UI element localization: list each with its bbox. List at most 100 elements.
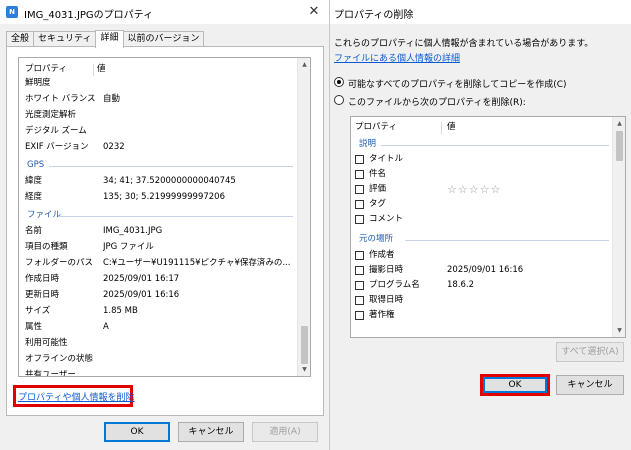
list-header: プロパティ 値 (19, 62, 295, 77)
property-name: 作成者 (369, 250, 395, 260)
property-value: 自動 (103, 94, 121, 104)
list-item[interactable]: 撮影日時 2025/09/01 16:16 (351, 263, 611, 278)
remove-properties-link[interactable]: プロパティや個人情報を削除 (18, 390, 134, 403)
cancel-button[interactable]: キャンセル (556, 375, 624, 395)
cancel-button[interactable]: キャンセル (178, 422, 244, 442)
property-name: 更新日時 (25, 290, 60, 300)
group-header-gps: GPS (27, 160, 45, 170)
remove-list-scrollbar[interactable]: ▲ ▼ (612, 117, 625, 337)
ok-button[interactable]: OK (483, 377, 547, 393)
list-item[interactable]: 件名 (351, 167, 611, 182)
checkbox[interactable] (355, 170, 364, 179)
checkbox[interactable] (355, 185, 364, 194)
column-header-property[interactable]: プロパティ (25, 62, 67, 77)
list-item[interactable]: 項目の種類 JPG ファイル (19, 240, 295, 255)
list-item[interactable]: 共有ユーザー (19, 368, 295, 377)
property-name: 件名 (369, 169, 387, 179)
star-rating-icon: ☆☆☆☆☆ (447, 183, 502, 196)
property-value: 18.6.2 (447, 280, 475, 290)
property-name: タイトル (369, 154, 404, 164)
select-all-button[interactable]: すべて選択(A) (556, 342, 624, 362)
property-name: 経度 (25, 192, 43, 202)
option-remove-radio[interactable] (334, 95, 344, 105)
tab-security[interactable]: セキュリティ (33, 31, 97, 47)
property-name: 利用可能性 (25, 338, 68, 348)
scroll-down-icon[interactable]: ▼ (613, 324, 625, 337)
close-icon[interactable]: ✕ (304, 2, 324, 22)
property-name: 緯度 (25, 176, 43, 186)
checkbox[interactable] (355, 215, 364, 224)
tab-details[interactable]: 詳細 (95, 30, 124, 48)
checkbox[interactable] (355, 311, 364, 320)
list-item[interactable]: サイズ 1.85 MB (19, 304, 295, 319)
group-header-file: ファイル (27, 210, 62, 220)
list-item[interactable]: 経度 135; 30; 5.21999999997206 (19, 190, 295, 205)
list-item[interactable]: ホワイト バランス 自動 (19, 92, 295, 107)
property-value: A (103, 322, 109, 332)
column-header-property[interactable]: プロパティ (355, 120, 397, 135)
group-divider (405, 240, 609, 241)
property-value: 1.85 MB (103, 306, 138, 316)
property-value: JPG ファイル (103, 242, 154, 252)
details-property-list[interactable]: プロパティ 値 鮮明度 ホワイト バランス 自動 光度測定解析 デジタル ズーム … (18, 57, 311, 377)
checkbox[interactable] (355, 281, 364, 290)
list-item[interactable]: 名前 IMG_4031.JPG (19, 224, 295, 239)
scroll-up-icon[interactable]: ▲ (298, 58, 310, 71)
ok-button[interactable]: OK (104, 422, 170, 442)
list-item[interactable]: 評価 ☆☆☆☆☆ (351, 182, 611, 197)
property-value: 34; 41; 37.5200000000040745 (103, 176, 236, 186)
option-copy-radio[interactable] (334, 77, 344, 87)
scroll-thumb[interactable] (301, 326, 308, 364)
apply-button[interactable]: 適用(A) (252, 422, 318, 442)
property-value: 0232 (103, 142, 125, 152)
property-name: 評価 (369, 184, 387, 194)
list-item[interactable]: 著作権 (351, 308, 611, 323)
list-item[interactable]: 取得日時 (351, 293, 611, 308)
checkbox[interactable] (355, 200, 364, 209)
properties-titlebar[interactable]: N IMG_4031.JPGのプロパティ ✕ (0, 0, 329, 24)
property-value: 2025/09/01 16:16 (447, 265, 524, 275)
list-item[interactable]: 更新日時 2025/09/01 16:16 (19, 288, 295, 303)
property-name: 名前 (25, 226, 43, 236)
list-item[interactable]: EXIF バージョン 0232 (19, 140, 295, 155)
details-scrollbar[interactable]: ▲ ▼ (297, 58, 310, 376)
scroll-thumb[interactable] (616, 131, 623, 161)
list-item[interactable]: 鮮明度 (19, 76, 295, 91)
scroll-up-icon[interactable]: ▲ (613, 117, 625, 130)
group-header-description: 説明 (359, 139, 377, 149)
list-item[interactable]: タグ (351, 197, 611, 212)
property-name: コメント (369, 214, 404, 224)
property-name: 共有ユーザー (25, 370, 76, 377)
option-remove-label[interactable]: このファイルから次のプロパティを削除(R): (348, 95, 526, 108)
list-item[interactable]: 利用可能性 (19, 336, 295, 351)
list-item[interactable]: コメント (351, 212, 611, 227)
checkbox[interactable] (355, 266, 364, 275)
option-copy-label[interactable]: 可能なすべてのプロパティを削除してコピーを作成(C) (348, 77, 567, 90)
list-item[interactable]: フォルダーのパス C:¥ユーザー¥U191115¥ピクチャ¥保存済みの... (19, 256, 295, 271)
list-item[interactable]: デジタル ズーム (19, 124, 295, 139)
remove-properties-titlebar[interactable]: プロパティの削除 (330, 0, 631, 24)
intro-text: これらのプロパティに個人情報が含まれている場合があります。 (334, 39, 594, 49)
property-name: 作成日時 (25, 274, 60, 284)
column-divider (93, 64, 94, 76)
list-item[interactable]: 属性 A (19, 320, 295, 335)
column-header-value[interactable]: 値 (97, 62, 285, 77)
checkbox[interactable] (355, 155, 364, 164)
list-item[interactable]: 作成者 (351, 248, 611, 263)
list-item[interactable]: 光度測定解析 (19, 108, 295, 123)
list-item[interactable]: 作成日時 2025/09/01 16:17 (19, 272, 295, 287)
scroll-down-icon[interactable]: ▼ (298, 363, 310, 376)
tab-previous-versions[interactable]: 以前のバージョン (122, 31, 205, 47)
column-header-value[interactable]: 値 (447, 120, 456, 135)
group-divider (49, 166, 293, 167)
remove-property-list[interactable]: プロパティ 値 説明 タイトル 件名 評価 ☆☆☆☆☆ タグ コメント 元の場所 … (350, 116, 626, 338)
checkbox[interactable] (355, 296, 364, 305)
list-item[interactable]: オフラインの状態 (19, 352, 295, 367)
checkbox[interactable] (355, 251, 364, 260)
list-item[interactable]: タイトル (351, 152, 611, 167)
list-item[interactable]: 緯度 34; 41; 37.5200000000040745 (19, 174, 295, 189)
personal-info-link[interactable]: ファイルにある個人情報の詳細 (334, 51, 460, 64)
list-item[interactable]: プログラム名 18.6.2 (351, 278, 611, 293)
tab-general[interactable]: 全般 (6, 31, 35, 47)
property-name: フォルダーのパス (25, 258, 94, 268)
